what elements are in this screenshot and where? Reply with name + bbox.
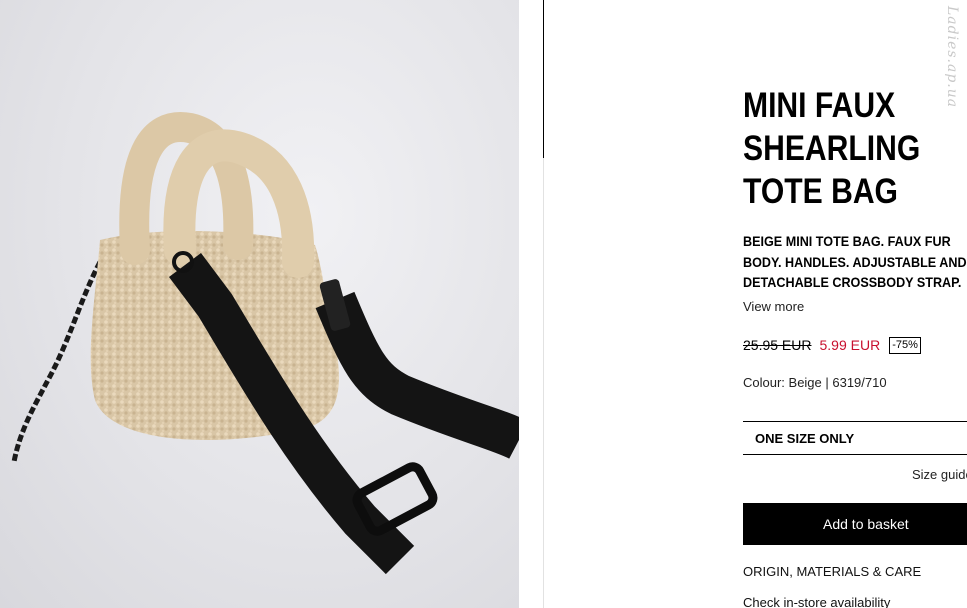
size-label: ONE SIZE ONLY <box>755 430 855 446</box>
colour-info: Colour: Beige | 6319/710 <box>743 374 887 390</box>
product-info: MINI FAUX SHEARLING TOTE BAG BEIGE MINI … <box>743 84 967 390</box>
price-row: 25.95 EUR 5.99 EUR -75% <box>743 336 967 354</box>
divider-line <box>543 0 544 158</box>
product-page: Ladies.ap.ua MINI FAUX SHEARLING TOTE BA… <box>0 0 967 608</box>
divider-line-light <box>543 158 544 608</box>
old-price: 25.95 EUR <box>743 337 812 353</box>
product-image[interactable] <box>0 0 519 608</box>
view-more-link[interactable]: View more <box>743 299 967 314</box>
product-photo-illustration <box>11 112 519 575</box>
discount-badge: -75% <box>889 336 921 354</box>
origin-materials-care-link[interactable]: ORIGIN, MATERIALS & CARE <box>743 564 921 579</box>
size-guide-link[interactable]: Size guide <box>912 467 967 482</box>
add-to-basket-button[interactable]: Add to basket <box>743 503 967 545</box>
product-description: BEIGE MINI TOTE BAG. FAUX FUR BODY. HAND… <box>743 233 967 290</box>
size-selector[interactable]: ONE SIZE ONLY <box>743 421 967 455</box>
product-title: MINI FAUX SHEARLING TOTE BAG <box>743 86 921 211</box>
sale-price: 5.99 EUR <box>819 337 881 353</box>
store-availability-link[interactable]: Check in-store availability <box>743 595 890 608</box>
